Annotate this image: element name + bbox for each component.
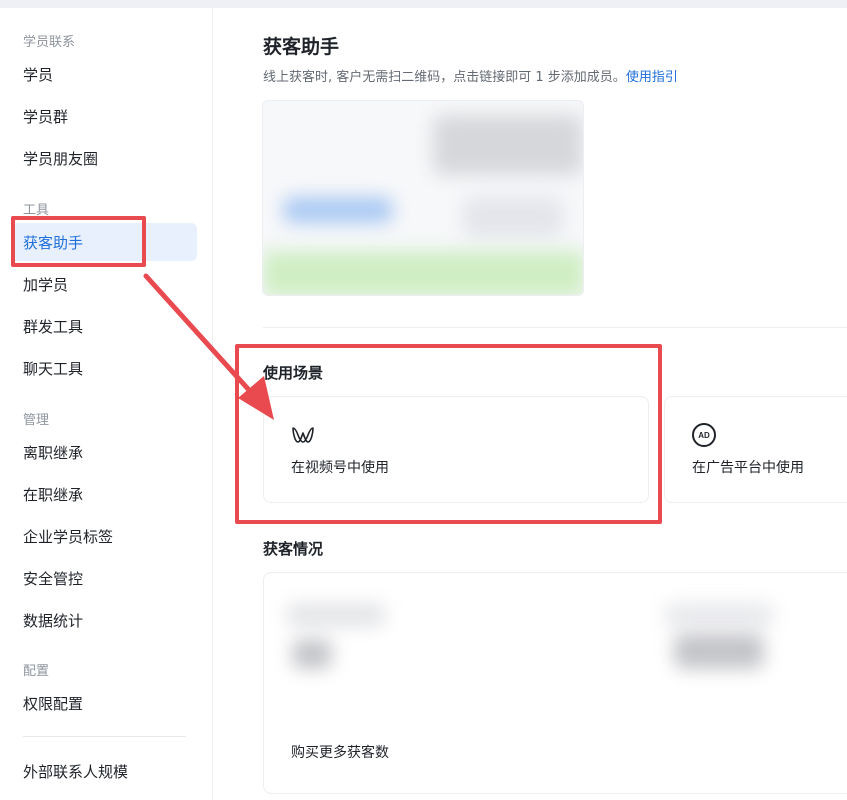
sidebar-item-students[interactable]: 学员 xyxy=(12,55,197,93)
page-subtitle: 线上获客时, 客户无需扫二维码，点击链接即可 1 步添加成员。使用指引 xyxy=(263,66,678,85)
preview-blur-footer xyxy=(263,251,583,295)
stats-blur-label-1 xyxy=(286,603,386,627)
buy-more-button[interactable]: 购买更多获客数 xyxy=(291,742,389,762)
subtitle-text: 线上获客时, 客户无需扫二维码，点击链接即可 1 步添加成员。 xyxy=(263,70,626,85)
page-title: 获客助手 xyxy=(263,36,340,58)
sidebar-item-external-contacts-scale[interactable]: 外部联系人规模 xyxy=(12,752,197,790)
annotation-box-scenes xyxy=(235,344,662,524)
sidebar-item-add-student[interactable]: 加学员 xyxy=(12,265,197,303)
top-bar xyxy=(0,0,847,8)
preview-blur-content xyxy=(463,197,563,237)
sidebar-item-security[interactable]: 安全管控 xyxy=(12,559,197,597)
stats-blur-value-1 xyxy=(292,639,332,669)
scene-card-ad-platform[interactable]: AD 在广告平台中使用 xyxy=(664,396,847,503)
preview-blur-button xyxy=(283,197,393,223)
stats-title: 获客情况 xyxy=(263,540,324,558)
sidebar: 学员联系 学员 学员群 学员朋友圈 工具 获客助手 加学员 群发工具 聊天工具 … xyxy=(0,8,213,800)
sidebar-item-permissions[interactable]: 权限配置 xyxy=(12,684,197,722)
preview-image xyxy=(262,100,584,296)
guide-link[interactable]: 使用指引 xyxy=(626,70,678,85)
stats-card: 购买更多获客数 xyxy=(263,572,847,794)
sidebar-item-broadcast-tool[interactable]: 群发工具 xyxy=(12,307,197,345)
scene-label-ad-platform: 在广告平台中使用 xyxy=(692,460,804,476)
sidebar-section-management: 管理 xyxy=(23,413,50,428)
section-divider xyxy=(263,327,847,328)
sidebar-item-student-groups[interactable]: 学员群 xyxy=(12,97,197,135)
sidebar-section-config: 配置 xyxy=(23,664,50,679)
sidebar-item-student-tags[interactable]: 企业学员标签 xyxy=(12,517,197,555)
sidebar-item-statistics[interactable]: 数据统计 xyxy=(12,601,197,639)
annotation-box-sidebar xyxy=(11,216,146,267)
sidebar-item-resigned-inherit[interactable]: 离职继承 xyxy=(12,433,197,471)
preview-blur-header xyxy=(433,115,583,175)
sidebar-section-contacts: 学员联系 xyxy=(23,35,76,50)
stats-blur-label-2 xyxy=(664,603,774,627)
ad-icon: AD xyxy=(692,423,716,447)
sidebar-item-student-moments[interactable]: 学员朋友圈 xyxy=(12,139,197,177)
sidebar-divider xyxy=(23,736,186,737)
stats-blur-value-2 xyxy=(674,633,764,669)
sidebar-item-onjob-inherit[interactable]: 在职继承 xyxy=(12,475,197,513)
sidebar-item-chat-tool[interactable]: 聊天工具 xyxy=(12,349,197,387)
